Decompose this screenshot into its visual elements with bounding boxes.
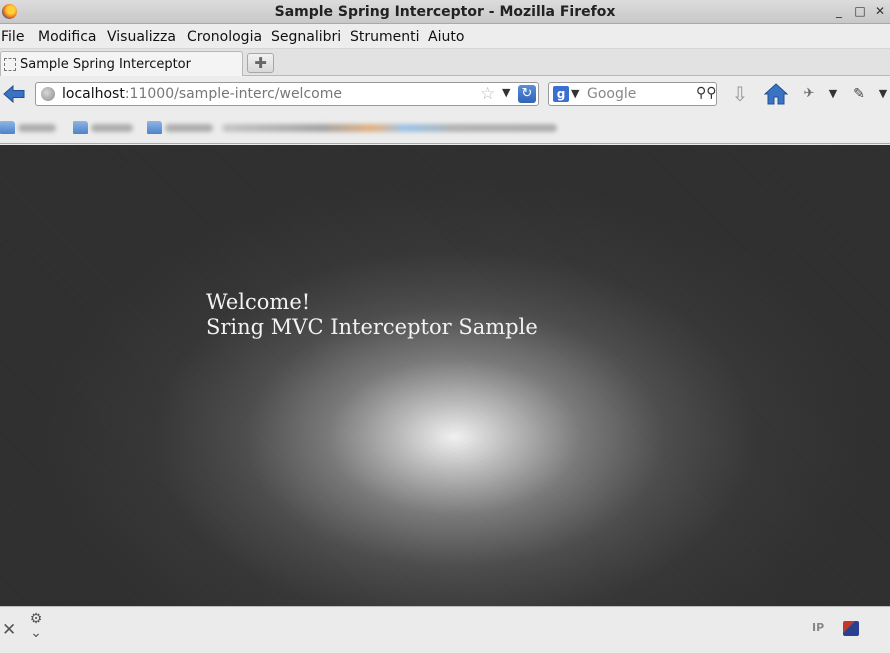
home-icon[interactable] [764,83,788,105]
close-window-icon[interactable]: ✕ [873,4,887,18]
site-identity-icon[interactable] [41,87,55,101]
history-dropdown-icon[interactable]: ▼ [502,86,510,99]
addon-dropdown-icon[interactable]: ▼ [828,83,838,105]
blurred-label [18,124,56,132]
page-icon [4,58,16,71]
menu-bar: File Modifica Visualizza Cronologia Segn… [0,24,890,49]
url-bar[interactable]: localhost:11000/sample-interc/welcome ☆ … [35,82,539,106]
tab-sample-spring-interceptor[interactable]: Sample Spring Interceptor [0,51,243,76]
bookmark-item[interactable] [222,120,562,136]
tab-strip: Sample Spring Interceptor ✚ [0,49,890,76]
navigation-toolbar: localhost:11000/sample-interc/welcome ☆ … [0,77,890,111]
reload-icon[interactable]: ↻ [518,85,536,103]
bookmark-folder[interactable] [0,120,60,136]
url-text[interactable]: localhost:11000/sample-interc/welcome [62,86,342,102]
menu-modifica[interactable]: Modifica [38,29,97,45]
menu-segnalibri[interactable]: Segnalibri [271,29,341,45]
addon-icon[interactable]: ✈ [798,83,820,105]
tab-label: Sample Spring Interceptor [20,57,191,72]
menu-strumenti[interactable]: Strumenti [350,29,420,45]
close-addon-bar-icon[interactable]: ✕ [2,620,16,640]
welcome-subtitle: Sring MVC Interceptor Sample [206,315,538,339]
folder-icon [0,121,15,134]
folder-icon [73,121,88,134]
ip-indicator-icon[interactable]: IP [812,621,824,634]
window-title: Sample Spring Interceptor - Mozilla Fire… [274,4,616,20]
background-texture [0,145,890,606]
bookmark-folder[interactable] [73,120,135,136]
search-input[interactable]: Google [587,86,636,102]
bookmarks-toolbar [0,111,890,144]
blurred-label [165,124,213,132]
google-engine-icon[interactable]: g [553,86,569,102]
folder-icon [147,121,162,134]
maximize-icon[interactable]: □ [853,4,867,18]
status-meter-icon[interactable] [843,621,859,636]
new-tab-button[interactable]: ✚ [247,53,274,73]
dropper-dropdown-icon[interactable]: ▼ [878,83,888,105]
menu-file[interactable]: File [1,29,24,45]
window-titlebar: Sample Spring Interceptor - Mozilla Fire… [0,0,890,24]
url-host: localhost [62,86,125,102]
page-content: Welcome! Sring MVC Interceptor Sample [0,145,890,606]
addon-manager-icon[interactable]: ⚙ ⌄ [27,612,45,642]
menu-aiuto[interactable]: Aiuto [428,29,464,45]
downloads-icon[interactable]: ⇩ [729,83,751,105]
blurred-label [222,124,557,132]
eyedropper-icon[interactable]: ✎ [848,83,870,105]
menu-visualizza[interactable]: Visualizza [107,29,176,45]
addon-bar: ✕ ⚙ ⌄ IP [0,606,890,653]
menu-cronologia[interactable]: Cronologia [187,29,262,45]
welcome-heading: Welcome! [206,290,311,314]
search-bar[interactable]: g ▼ Google ⚲⚲ [548,82,717,106]
bookmark-folder[interactable] [147,120,215,136]
engine-dropdown-icon[interactable]: ▼ [571,87,579,100]
bookmark-star-icon[interactable]: ☆ [480,84,495,104]
binoculars-icon[interactable]: ⚲⚲ [696,85,717,101]
url-path: :11000/sample-interc/welcome [124,86,342,102]
blurred-label [91,124,133,132]
welcome-message: Welcome! Sring MVC Interceptor Sample [206,290,538,340]
minimize-icon[interactable]: _ [832,4,846,18]
back-arrow-icon[interactable] [3,84,25,104]
